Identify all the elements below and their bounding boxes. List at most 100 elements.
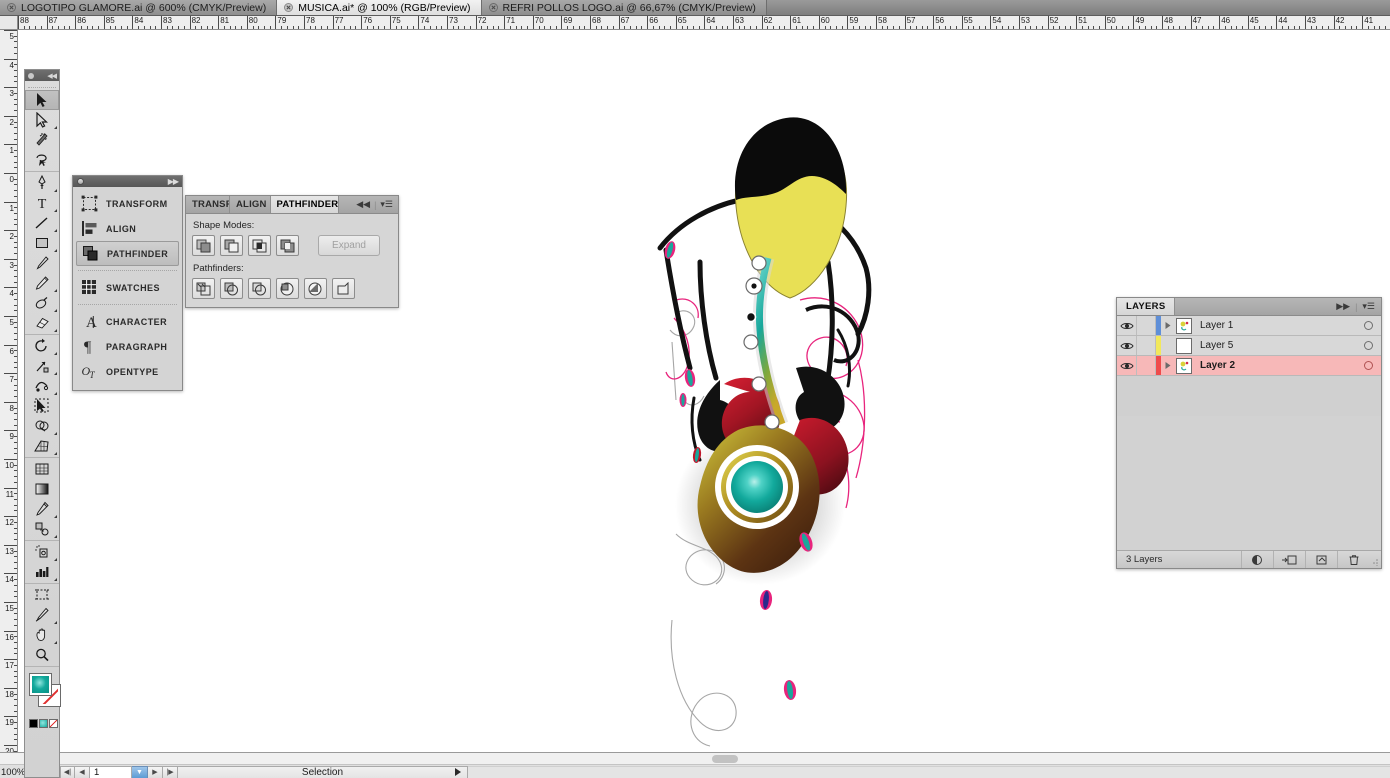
dock-item-paragraph[interactable]: ¶ PARAGRAPH [76,334,179,359]
tool-flyout-indicator[interactable] [54,309,57,312]
shape-builder-tool[interactable] [25,416,59,436]
layer-target-indicator[interactable] [1355,361,1381,370]
pathfinder-panel[interactable]: TRANSFO ALIGN PATHFINDER ◀◀ | ▾☰ Shape M… [185,195,399,308]
tool-flyout-indicator[interactable] [54,329,57,332]
pen-tool[interactable] [25,173,59,193]
tab-transform[interactable]: TRANSFO [186,196,230,213]
layer-name-label[interactable]: Layer 1 [1192,320,1355,331]
document-tab-1[interactable]: MUSICA.ai* @ 100% (RGB/Preview) [277,0,482,15]
fill-swatch[interactable] [29,673,52,696]
pathfinder-panel-controls[interactable]: ◀◀ | ▾☰ [351,196,398,213]
close-circle-icon[interactable] [488,3,498,12]
shape-modes-row[interactable]: Expand [192,235,392,256]
gradient-tool[interactable] [25,479,59,499]
layers-panel-controls[interactable]: ▶▶ | ▾☰ [1330,298,1381,315]
layers-panel[interactable]: LAYERS ▶▶ | ▾☰ Layer 1 Layer 5 Layer 2 3 L… [1116,297,1382,569]
hand-tool[interactable] [25,625,59,645]
blob-brush-tool[interactable] [25,293,59,313]
tool-flyout-indicator[interactable] [54,641,57,644]
tool-flyout-indicator[interactable] [54,189,57,192]
tools-panel-titlebar[interactable]: ◀◀ [25,70,59,81]
layer-expand-arrow[interactable] [1161,321,1174,330]
double-arrow-left-icon[interactable]: ◀◀ [47,72,57,80]
panel-resize-grip[interactable] [1369,551,1381,568]
layer-name-label[interactable]: Layer 2 [1192,360,1355,371]
paintbrush-tool[interactable] [25,253,59,273]
layer-expand-arrow[interactable] [1161,361,1174,370]
minus-front-button[interactable] [220,235,243,256]
horizontal-scrollbar[interactable] [0,753,1390,765]
perspective-grid-tool[interactable] [25,436,59,456]
expand-button[interactable]: Expand [318,235,380,256]
dock-item-pathfinder[interactable]: PATHFINDER [76,241,179,266]
tool-flyout-indicator[interactable] [54,535,57,538]
divide-button[interactable] [192,278,215,299]
gradient-mode-button[interactable] [39,719,48,728]
tool-flyout-indicator[interactable] [54,515,57,518]
layer-lock-toggle[interactable] [1137,356,1156,375]
color-mode-buttons[interactable] [29,719,59,728]
tool-flyout-indicator[interactable] [54,432,57,435]
panel-menu-icon[interactable]: ▾☰ [1362,301,1375,312]
layer-row-0[interactable]: Layer 1 [1117,316,1381,336]
make-clipping-mask-button[interactable] [1241,551,1273,568]
minus-back-button[interactable] [332,278,355,299]
layer-target-indicator[interactable] [1355,341,1381,350]
vertical-ruler[interactable]: 5432101234567891011121314151617181920212… [0,30,18,752]
merge-button[interactable] [248,278,271,299]
symbol-sprayer-tool[interactable] [25,542,59,562]
layer-target-indicator[interactable] [1355,321,1381,330]
blend-tool[interactable] [25,519,59,539]
create-new-sublayer-button[interactable] [1273,551,1305,568]
dock-titlebar[interactable]: ▶▶ [73,176,182,187]
artboard-tool[interactable] [25,585,59,605]
tool-flyout-indicator[interactable] [54,392,57,395]
chevron-down-icon[interactable]: ▼ [132,765,148,778]
selection-tool[interactable] [25,90,59,110]
tab-align[interactable]: ALIGN [230,196,271,213]
dock-item-align[interactable]: ALIGN [76,216,179,241]
close-circle-icon[interactable] [284,3,294,12]
unite-button[interactable] [192,235,215,256]
pathfinders-row[interactable] [192,278,392,299]
tool-flyout-indicator[interactable] [54,452,57,455]
pathfinder-tab-strip[interactable]: TRANSFO ALIGN PATHFINDER ◀◀ | ▾☰ [186,196,398,214]
eraser-tool[interactable] [25,313,59,333]
scrollbar-thumb[interactable] [712,755,738,763]
tool-flyout-indicator[interactable] [54,372,57,375]
tool-flyout-indicator[interactable] [54,578,57,581]
slice-tool[interactable] [25,605,59,625]
layer-visibility-toggle[interactable] [1117,316,1137,335]
tools-list[interactable]: T [25,90,59,668]
tool-flyout-indicator[interactable] [54,621,57,624]
page-navigation[interactable]: ◀| ◀ 1 ▼ ▶ |▶ [60,765,178,778]
mesh-tool[interactable] [25,459,59,479]
double-arrow-right-icon[interactable]: ▶▶ [168,177,179,186]
rectangle-tool[interactable] [25,233,59,253]
dock-item-transform[interactable]: TRANSFORM [76,191,179,216]
line-segment-tool[interactable] [25,213,59,233]
none-mode-button[interactable] [49,719,58,728]
rotate-tool[interactable] [25,336,59,356]
horizontal-ruler[interactable]: 88 87 86 85 84 83 82 81 80 79 78 77 76 75 74 73 72 71 70 69… [18,16,1390,30]
zoom-tool[interactable] [25,645,59,665]
collapsed-panel-dock[interactable]: ▶▶ TRANSFORM ALIGN PATHFINDER SWATCHES A CHAR… [72,175,183,391]
ruler-corner[interactable] [0,16,18,30]
dock-items-list[interactable]: TRANSFORM ALIGN PATHFINDER SWATCHES A CHARACT… [73,187,182,390]
layer-visibility-toggle[interactable] [1117,356,1137,375]
tool-flyout-indicator[interactable] [54,289,57,292]
fill-stroke-controls[interactable] [25,671,61,717]
next-page-icon[interactable]: ▶ [148,765,163,778]
last-page-icon[interactable]: |▶ [163,765,178,778]
tool-flyout-indicator[interactable] [54,558,57,561]
first-page-icon[interactable]: ◀| [60,765,75,778]
close-circle-icon[interactable] [7,3,16,12]
double-arrow-left-icon[interactable]: ◀◀ [356,199,370,210]
status-indicator[interactable]: Selection [178,765,468,778]
column-graph-tool[interactable] [25,562,59,582]
panel-collapse-dot[interactable] [77,178,84,185]
create-new-layer-button[interactable] [1305,551,1337,568]
free-transform-tool[interactable] [25,396,59,416]
dock-item-swatches[interactable]: SWATCHES [76,275,179,300]
exclude-button[interactable] [276,235,299,256]
